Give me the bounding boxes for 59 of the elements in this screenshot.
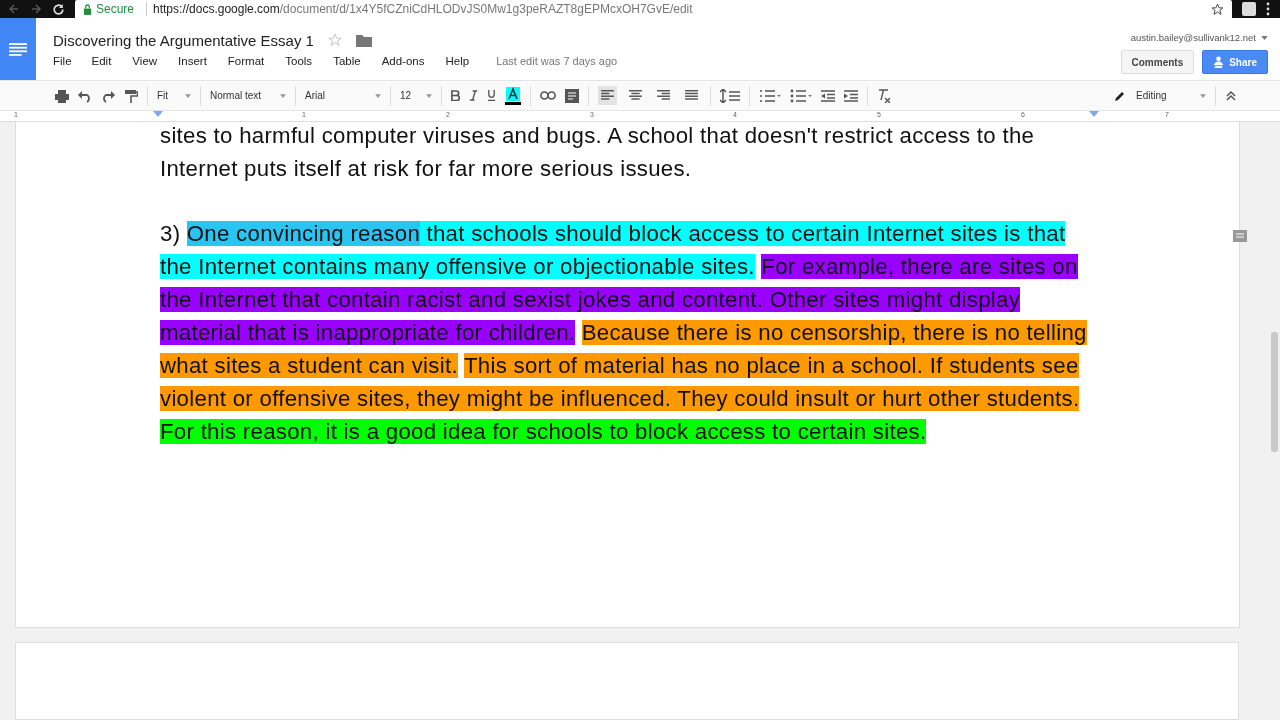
menu-item[interactable]: Help (445, 54, 476, 67)
menu-icon[interactable] (1266, 2, 1270, 16)
folder-icon[interactable] (355, 33, 372, 47)
bulleted-list-icon[interactable] (790, 88, 812, 103)
text-color-icon[interactable] (505, 86, 521, 105)
menu-item[interactable]: Add-ons (381, 54, 431, 67)
font-size-dropdown[interactable]: 12 (400, 90, 432, 101)
redo-icon[interactable] (101, 88, 115, 103)
menu-item[interactable]: View (132, 54, 164, 67)
secure-label: Secure (96, 2, 135, 16)
line-spacing-icon[interactable] (720, 88, 740, 103)
decrease-indent-icon[interactable] (821, 89, 835, 102)
document-title[interactable]: Discovering the Argumentative Essay 1 (53, 31, 314, 49)
url-text: https://docs.google.com/document/d/1x4Y5fCZniCdHLODvJS0Mw1g3peRAZT8gEPMcxOH7GvE/edit (146, 2, 693, 16)
comment-icon[interactable] (565, 88, 579, 103)
numbered-list-icon[interactable] (759, 88, 781, 103)
lock-icon (83, 3, 92, 15)
reload-icon[interactable] (52, 2, 65, 16)
menu-item[interactable]: File (53, 54, 78, 67)
highlighted-paragraph: 3) One convincing reason that schools should block access to certain Internet sites is that the Internet contains many offensive or objectionable sites. For example, there are sites on the Internet that contain racist and sexist jokes and content. Other sites might display material that is inappropriate for children. Because there is no censorship, there is no telling what sites a student can visit. This sort of material has no place in a school. If students see violent or offensive sites, they might be influenced. They could insult or hurt other students. For this reason, it is a good idea for schools to block access to certain sites. (160, 220, 1088, 446)
collapse-icon[interactable] (1225, 89, 1237, 102)
italic-icon[interactable] (469, 90, 478, 101)
caret-icon (280, 93, 286, 98)
address-bar[interactable]: Secure https://docs.google.com/document/d/1x4Y5fCZniCdHLODvJS0Mw1g3peRAZT8gEPMcxOH7GvE/edit (75, 0, 1232, 18)
back-icon[interactable] (8, 3, 20, 15)
zoom-dropdown[interactable]: Fit (157, 90, 191, 101)
scrollbar-thumb[interactable] (1271, 332, 1278, 452)
print-icon[interactable] (55, 88, 69, 103)
caret-icon (426, 93, 432, 98)
menu-item[interactable]: Tools (285, 54, 319, 67)
editing-mode-dropdown[interactable]: Editing (1114, 89, 1206, 102)
underline-icon[interactable] (487, 90, 496, 101)
font-dropdown[interactable]: Arial (305, 90, 381, 101)
menu-item[interactable]: Edit (91, 54, 118, 67)
forward-icon[interactable] (30, 3, 42, 15)
align-left-button[interactable] (598, 86, 617, 105)
bold-icon[interactable] (451, 90, 460, 101)
caret-icon (1200, 93, 1206, 98)
link-icon[interactable] (540, 91, 556, 100)
star-icon[interactable] (327, 33, 342, 47)
menu-item[interactable]: Format (227, 54, 271, 67)
person-icon (1213, 55, 1225, 69)
caret-icon (1261, 35, 1268, 40)
account-menu[interactable]: austin.bailey@sullivank12.net (1130, 32, 1268, 43)
body-text: sites to harmful computer viruses and bugs. A school that doesn't restrict access to the (160, 122, 1036, 150)
body-text: Internet puts itself at risk for far more serious issues. (160, 155, 693, 183)
paint-format-icon[interactable] (124, 88, 138, 103)
comments-button[interactable]: Comments (1120, 50, 1195, 74)
last-edit-link[interactable]: Last edit was 7 days ago (496, 54, 618, 67)
caret-icon (375, 93, 381, 98)
menu-item[interactable]: Table (333, 54, 367, 67)
bookmark-star-icon[interactable] (1211, 2, 1224, 16)
docs-logo-icon[interactable] (0, 18, 36, 80)
increase-indent-icon[interactable] (844, 89, 858, 102)
style-dropdown[interactable]: Normal text (210, 90, 286, 101)
clear-formatting-icon[interactable] (877, 88, 891, 103)
menu-item[interactable]: Insert (178, 54, 213, 67)
caret-icon (185, 93, 191, 98)
pencil-icon (1114, 89, 1126, 102)
